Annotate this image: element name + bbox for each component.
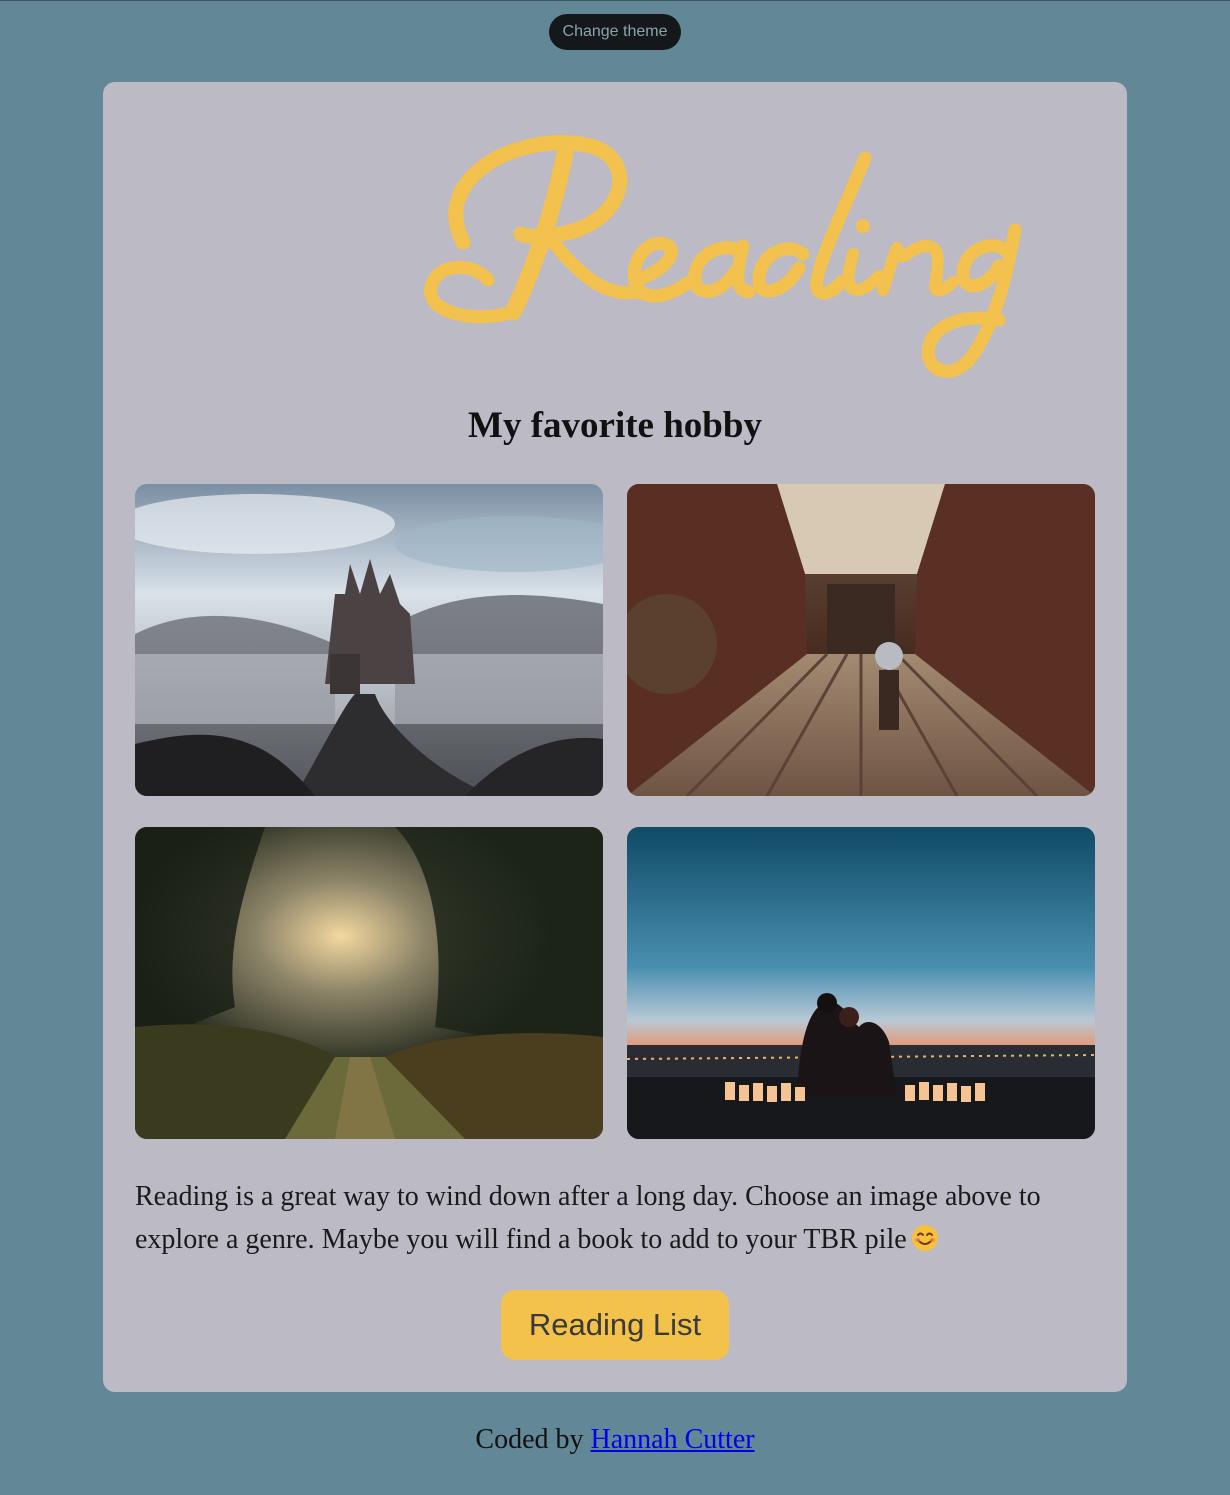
library-image[interactable] <box>627 484 1095 796</box>
author-link[interactable]: Hannah Cutter <box>591 1424 755 1455</box>
forest-path-image[interactable] <box>135 827 603 1139</box>
footer: Coded by Hannah Cutter <box>0 1424 1230 1456</box>
reading-logo <box>424 135 1022 378</box>
main-card: My favorite hobby Reading is a great way… <box>103 82 1127 1392</box>
footer-prefix: Coded by <box>475 1424 584 1455</box>
smiling-face-emoji-icon <box>911 1225 938 1251</box>
castle-image[interactable] <box>135 484 603 796</box>
description-body: Reading is a great way to wind down afte… <box>135 1181 1041 1255</box>
sunset-couple-image[interactable] <box>627 827 1095 1139</box>
change-theme-button[interactable]: Change theme <box>549 14 681 50</box>
page-subtitle: My favorite hobby <box>468 405 762 446</box>
reading-list-button[interactable]: Reading List <box>501 1290 729 1360</box>
description-text: Reading is a great way to wind down afte… <box>135 1175 1095 1261</box>
